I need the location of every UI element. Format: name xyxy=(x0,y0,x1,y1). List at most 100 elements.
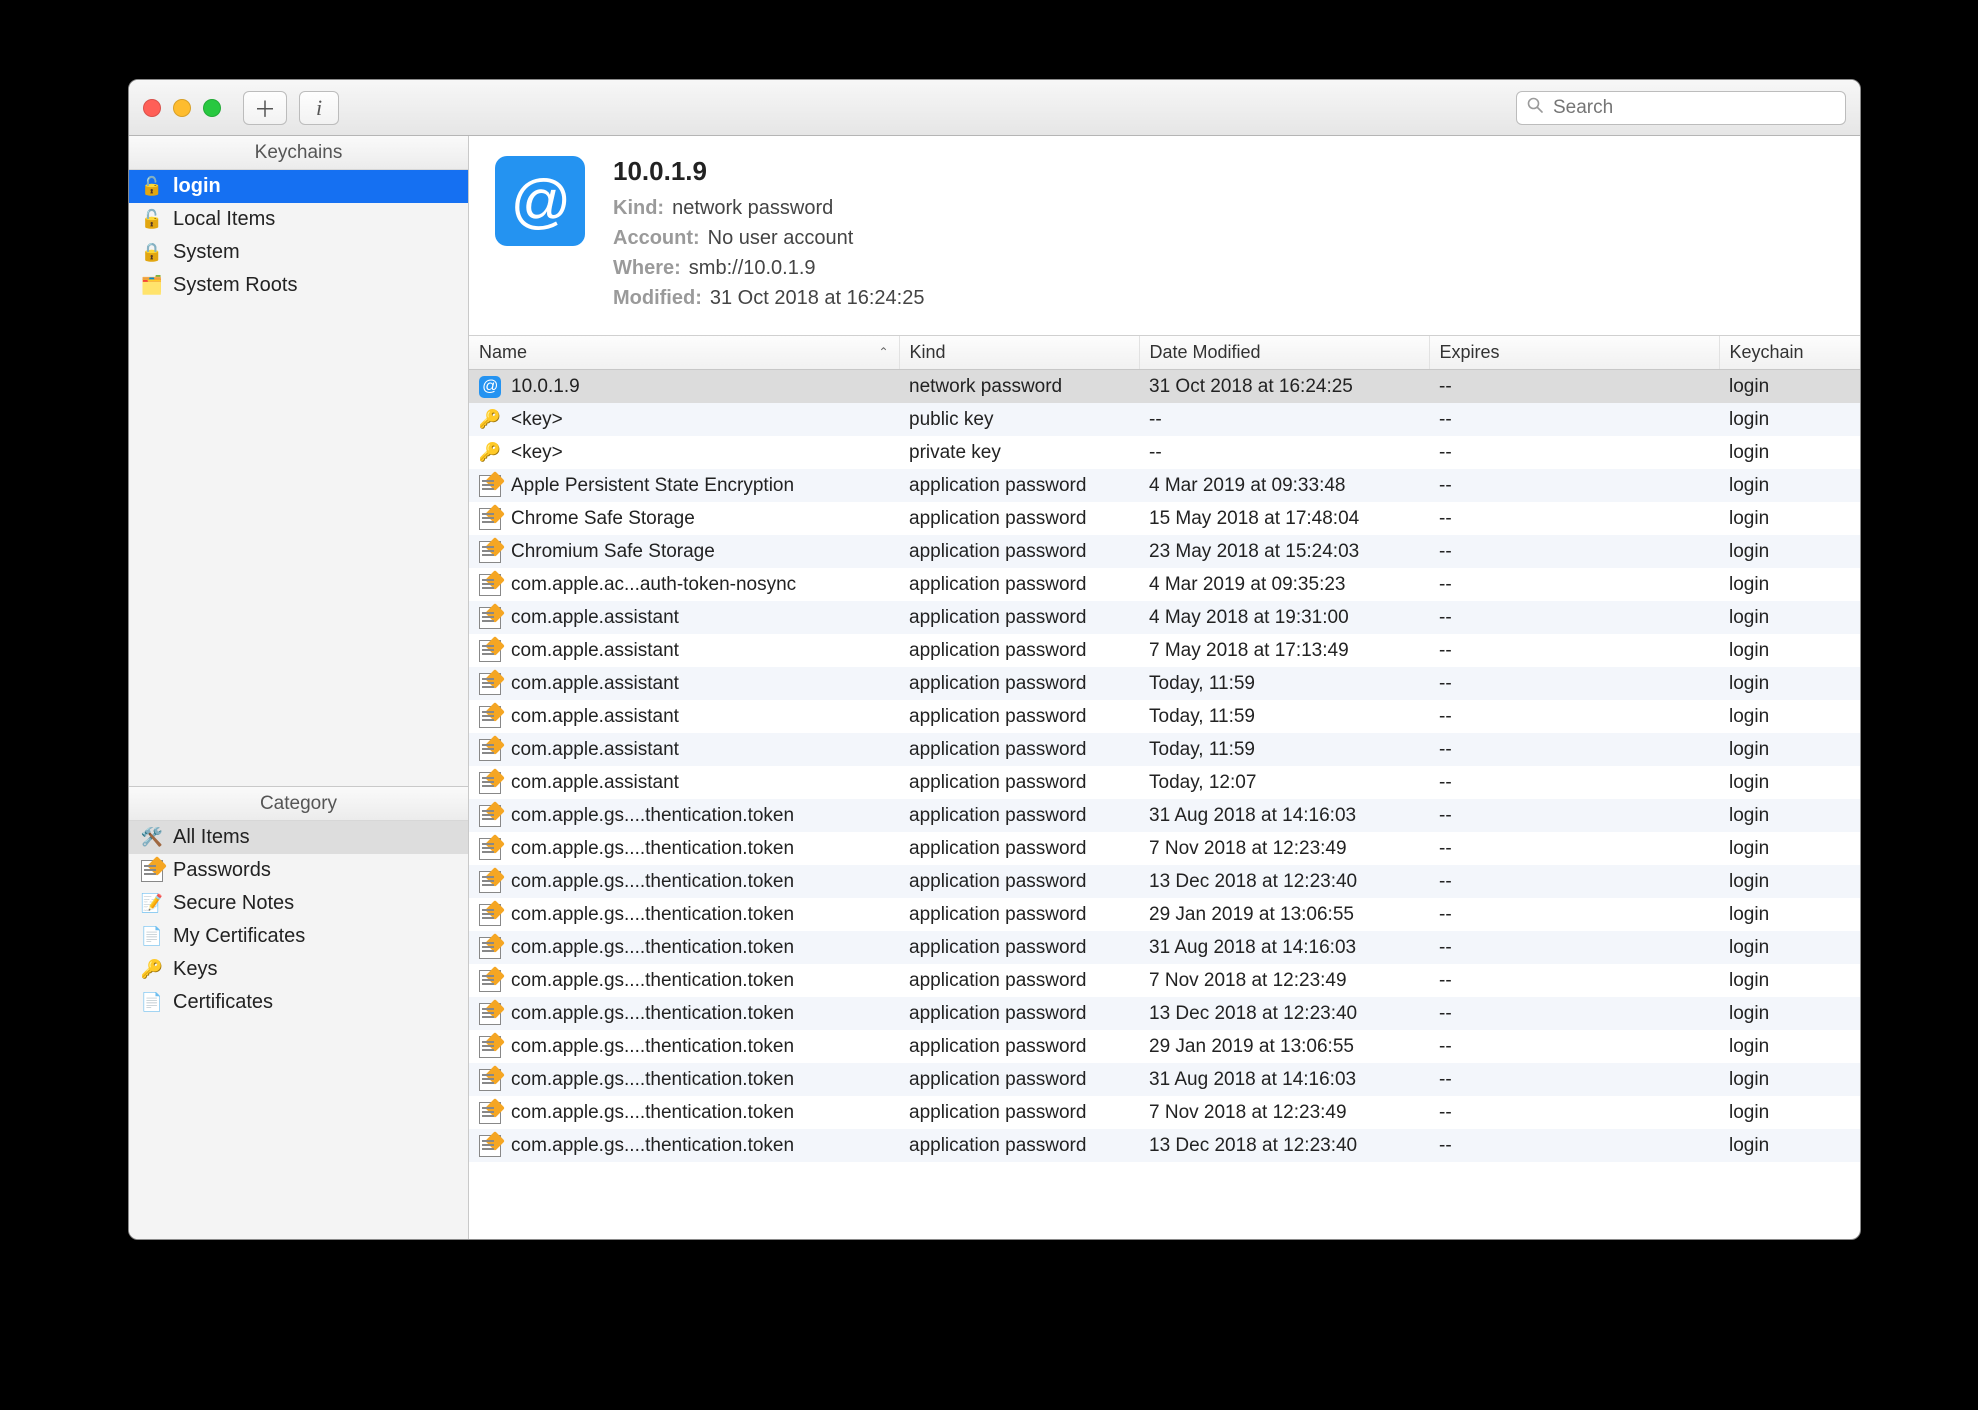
col-name[interactable]: Name ⌃ xyxy=(469,336,899,370)
row-date-modified: 13 Dec 2018 at 12:23:40 xyxy=(1139,997,1429,1030)
where-label: Where: xyxy=(613,253,681,283)
close-window-button[interactable] xyxy=(143,99,161,117)
row-name: com.apple.gs....thentication.token xyxy=(511,1102,794,1124)
table-row[interactable]: Chromium Safe Storage application passwor… xyxy=(469,535,1860,568)
table-row[interactable]: @10.0.1.9network password31 Oct 2018 at … xyxy=(469,370,1860,404)
row-name: com.apple.assistant xyxy=(511,772,679,794)
table-row[interactable]: Chrome Safe Storageapplication password1… xyxy=(469,502,1860,535)
table-row[interactable]: com.apple.assistantapplication passwordT… xyxy=(469,667,1860,700)
row-expires: -- xyxy=(1429,1063,1719,1096)
row-kind: application password xyxy=(899,535,1139,568)
table-row[interactable]: com.apple.gs....thentication.tokenapplic… xyxy=(469,1129,1860,1162)
table-row[interactable]: com.apple.assistantapplication passwordT… xyxy=(469,700,1860,733)
add-item-button[interactable]: ＋ xyxy=(243,91,287,125)
row-date-modified: Today, 11:59 xyxy=(1139,667,1429,700)
table-row[interactable]: 🔑<key>private key----login xyxy=(469,436,1860,469)
sidebar-keychain-item[interactable]: 🗂️System Roots xyxy=(129,269,468,302)
row-name: com.apple.assistant xyxy=(511,640,679,662)
table-row[interactable]: com.apple.gs....thentication.tokenapplic… xyxy=(469,1096,1860,1129)
search-icon xyxy=(1527,96,1543,119)
password-note-icon xyxy=(479,937,501,959)
table-row[interactable]: com.apple.assistantapplication passwordT… xyxy=(469,733,1860,766)
row-kind: application password xyxy=(899,832,1139,865)
sidebar-item-label: Keys xyxy=(173,958,217,981)
row-name: com.apple.assistant xyxy=(511,673,679,695)
row-expires: -- xyxy=(1429,898,1719,931)
item-title: 10.0.1.9 xyxy=(613,156,1834,187)
row-date-modified: 13 Dec 2018 at 12:23:40 xyxy=(1139,865,1429,898)
col-name-label: Name xyxy=(479,342,527,362)
sidebar-category-item[interactable]: 📄Certificates xyxy=(129,986,468,1019)
sidebar-category-item[interactable]: Passwords xyxy=(129,854,468,887)
row-date-modified: 15 May 2018 at 17:48:04 xyxy=(1139,502,1429,535)
row-name: com.apple.gs....thentication.token xyxy=(511,1003,794,1025)
table-row[interactable]: com.apple.gs....thentication.tokenapplic… xyxy=(469,799,1860,832)
window-controls xyxy=(143,99,221,117)
sidebar-category-item[interactable]: 📄My Certificates xyxy=(129,920,468,953)
sidebar-keychain-item[interactable]: 🔓login xyxy=(129,170,468,203)
row-expires: -- xyxy=(1429,436,1719,469)
sidebar-keychain-item[interactable]: 🔓Local Items xyxy=(129,203,468,236)
table-row[interactable]: com.apple.ac...auth-token-nosyncapplicat… xyxy=(469,568,1860,601)
sidebar-category-item[interactable]: 📝Secure Notes xyxy=(129,887,468,920)
table-row[interactable]: com.apple.gs....thentication.tokenapplic… xyxy=(469,832,1860,865)
row-name: 10.0.1.9 xyxy=(511,376,580,398)
row-keychain: login xyxy=(1719,469,1860,502)
sidebar-item-label: All Items xyxy=(173,826,250,849)
row-keychain: login xyxy=(1719,997,1860,1030)
table-row[interactable]: com.apple.gs....thentication.tokenapplic… xyxy=(469,865,1860,898)
table-row[interactable]: com.apple.gs....thentication.tokenapplic… xyxy=(469,1063,1860,1096)
keychains-list: 🔓login🔓Local Items🔒System🗂️System Roots xyxy=(129,170,468,302)
row-keychain: login xyxy=(1719,370,1860,404)
row-expires: -- xyxy=(1429,766,1719,799)
row-kind: network password xyxy=(899,370,1139,404)
row-expires: -- xyxy=(1429,997,1719,1030)
row-keychain: login xyxy=(1719,601,1860,634)
items-table-wrap: Name ⌃ Kind Date Modified Expires Keycha… xyxy=(469,336,1860,1239)
table-row[interactable]: Apple Persistent State Encryptionapplica… xyxy=(469,469,1860,502)
search-input[interactable] xyxy=(1551,96,1835,120)
row-kind: application password xyxy=(899,568,1139,601)
row-name: <key> xyxy=(511,442,563,464)
row-keychain: login xyxy=(1719,1030,1860,1063)
info-button[interactable]: i xyxy=(299,91,339,125)
table-row[interactable]: com.apple.gs....thentication.tokenapplic… xyxy=(469,964,1860,997)
keychains-header: Keychains xyxy=(129,136,468,170)
col-date-modified[interactable]: Date Modified xyxy=(1139,336,1429,370)
sidebar-category-item[interactable]: 🔑Keys xyxy=(129,953,468,986)
row-keychain: login xyxy=(1719,634,1860,667)
minimize-window-button[interactable] xyxy=(173,99,191,117)
col-keychain[interactable]: Keychain xyxy=(1719,336,1860,370)
modified-label: Modified: xyxy=(613,283,702,313)
row-expires: -- xyxy=(1429,1129,1719,1162)
table-header-row: Name ⌃ Kind Date Modified Expires Keycha… xyxy=(469,336,1860,370)
row-date-modified: 23 May 2018 at 15:24:03 xyxy=(1139,535,1429,568)
password-note-icon xyxy=(479,1003,501,1025)
row-date-modified: Today, 12:07 xyxy=(1139,766,1429,799)
row-name: Chromium Safe Storage xyxy=(511,541,715,563)
row-date-modified: 31 Oct 2018 at 16:24:25 xyxy=(1139,370,1429,404)
zoom-window-button[interactable] xyxy=(203,99,221,117)
table-row[interactable]: com.apple.assistantapplication password7… xyxy=(469,634,1860,667)
table-row[interactable]: com.apple.gs....thentication.tokenapplic… xyxy=(469,898,1860,931)
table-row[interactable]: com.apple.assistantapplication password4… xyxy=(469,601,1860,634)
col-expires[interactable]: Expires xyxy=(1429,336,1719,370)
sidebar-category-item[interactable]: 🛠️All Items xyxy=(129,821,468,854)
row-expires: -- xyxy=(1429,568,1719,601)
table-row[interactable]: com.apple.gs....thentication.tokenapplic… xyxy=(469,1030,1860,1063)
password-note-icon xyxy=(479,673,501,695)
search-field[interactable] xyxy=(1516,91,1846,125)
password-note-icon xyxy=(479,1102,501,1124)
row-keychain: login xyxy=(1719,436,1860,469)
table-row[interactable]: com.apple.assistantapplication passwordT… xyxy=(469,766,1860,799)
row-expires: -- xyxy=(1429,700,1719,733)
table-row[interactable]: 🔑<key>public key----login xyxy=(469,403,1860,436)
sidebar-item-label: Local Items xyxy=(173,208,275,231)
row-kind: application password xyxy=(899,1030,1139,1063)
col-kind[interactable]: Kind xyxy=(899,336,1139,370)
sidebar-keychain-item[interactable]: 🔒System xyxy=(129,236,468,269)
lock-icon: 🔒 xyxy=(141,242,163,263)
table-row[interactable]: com.apple.gs....thentication.tokenapplic… xyxy=(469,931,1860,964)
sidebar-item-label: My Certificates xyxy=(173,925,305,948)
table-row[interactable]: com.apple.gs....thentication.tokenapplic… xyxy=(469,997,1860,1030)
